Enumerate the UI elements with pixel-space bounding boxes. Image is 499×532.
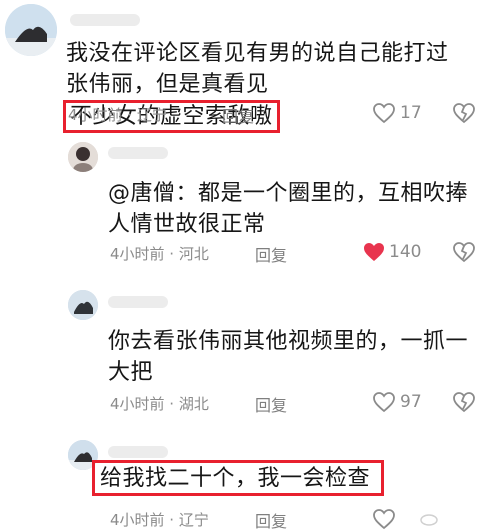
broken-heart-icon[interactable] <box>452 241 476 263</box>
comment-meta: 4小时前 · 河北 <box>110 245 209 263</box>
like-count: 97 <box>400 392 422 412</box>
like-count: 140 <box>389 242 422 262</box>
avatar[interactable] <box>68 290 98 320</box>
comment-text: @唐僧：都是一个圈里的，互相吹捧人情世故很正常 <box>108 181 469 237</box>
heart-outline-icon[interactable] <box>372 508 396 530</box>
reply-button[interactable]: 回复 <box>255 508 287 532</box>
comment-text: 给我找二十个，我一会检查 <box>100 466 371 491</box>
comment-text: 你去看张伟丽其他视频里的，一抓一大把 <box>108 329 469 385</box>
reply-button[interactable]: 回复 <box>222 103 254 127</box>
reply-button[interactable]: 回复 <box>255 392 287 416</box>
comment-meta: 4小时前 · 辽宁 <box>68 106 167 124</box>
username-blurred[interactable] <box>108 296 168 308</box>
reply-button[interactable]: 回复 <box>255 242 287 266</box>
comment-meta: 4小时前 · 湖北 <box>110 395 209 413</box>
heart-outline-icon[interactable] <box>372 102 396 124</box>
heart-filled-icon[interactable] <box>362 241 386 263</box>
username-blurred[interactable] <box>108 147 168 159</box>
like-count: 17 <box>400 103 422 123</box>
heart-outline-icon[interactable] <box>372 391 396 413</box>
broken-heart-icon[interactable] <box>452 102 476 124</box>
watermark <box>420 512 440 529</box>
comment-meta: 4小时前 · 辽宁 <box>110 511 209 529</box>
avatar[interactable] <box>5 4 57 56</box>
avatar[interactable] <box>68 142 98 172</box>
username-blurred[interactable] <box>108 446 168 458</box>
broken-heart-icon[interactable] <box>452 391 476 413</box>
username-blurred[interactable] <box>70 14 140 26</box>
